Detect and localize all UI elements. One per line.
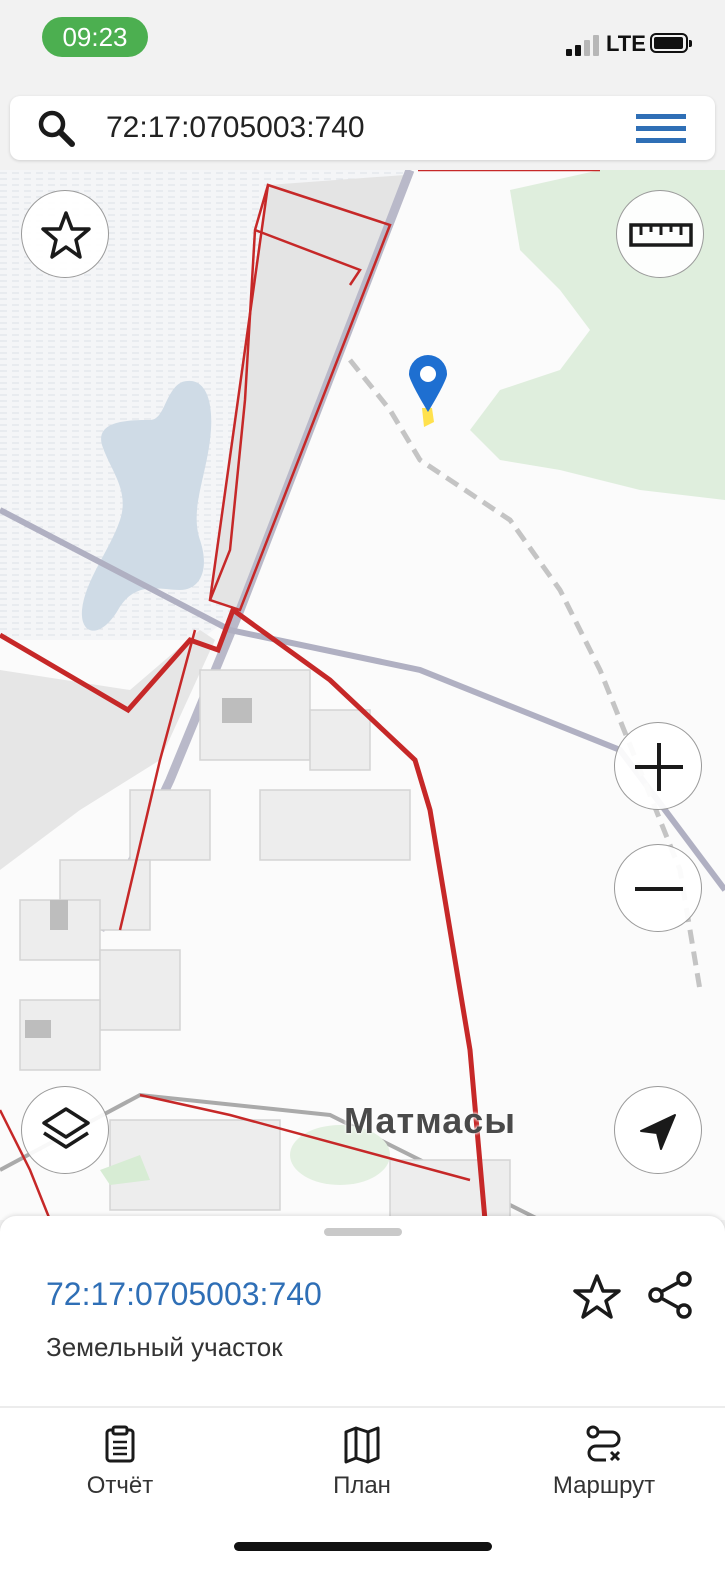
battery-icon [650,33,692,53]
ruler-button[interactable] [616,190,704,278]
signal-icon [566,34,602,56]
building-dark [222,698,252,723]
search-icon[interactable] [36,108,76,148]
map-view[interactable]: Матмасы [0,170,725,1220]
place-label: Матмасы [344,1100,517,1141]
tab-plan[interactable]: План [262,1424,462,1514]
zoom-in-button[interactable] [614,722,702,810]
bottom-sheet[interactable]: 72:17:0705003:740 Земельный участок [0,1216,725,1406]
search-bar[interactable]: 72:17:0705003:740 [10,96,715,160]
layers-button[interactable] [21,1086,109,1174]
status-time: 09:23 [42,17,148,57]
search-query[interactable]: 72:17:0705003:740 [106,96,365,160]
cadastral-number-link[interactable]: 72:17:0705003:740 [46,1276,322,1313]
hamburger-menu-icon[interactable] [634,108,688,148]
share-icon[interactable] [646,1270,694,1320]
layers-icon [42,1107,90,1149]
map-canvas[interactable] [0,170,725,1220]
star-icon [41,211,91,259]
minus-icon [635,887,683,891]
network-type: LTE [606,31,646,56]
favorite-star-icon[interactable] [572,1272,622,1322]
tab-report-label: Отчёт [86,1472,154,1499]
tab-route[interactable]: Маршрут [504,1424,704,1514]
home-indicator [234,1542,492,1551]
building-dark [50,900,68,930]
my-location-button[interactable] [614,1086,702,1174]
sheet-handle[interactable] [324,1228,402,1236]
ruler-icon [629,223,693,247]
route-icon [586,1425,621,1462]
tab-plan-label: План [333,1472,391,1499]
status-bar: 09:23 LTE [0,0,725,88]
tab-route-label: Маршрут [552,1472,656,1499]
favorite-map-button[interactable] [21,190,109,278]
object-type-label: Земельный участок [46,1332,283,1362]
tab-report[interactable]: Отчёт [20,1424,220,1514]
plus-icon [635,743,683,791]
location-marker-icon[interactable] [409,355,447,412]
zoom-out-button[interactable] [614,844,702,932]
map-icon [344,1426,380,1464]
navigation-arrow-icon [640,1114,676,1150]
building-dark [25,1020,51,1038]
clipboard-icon [105,1425,135,1463]
